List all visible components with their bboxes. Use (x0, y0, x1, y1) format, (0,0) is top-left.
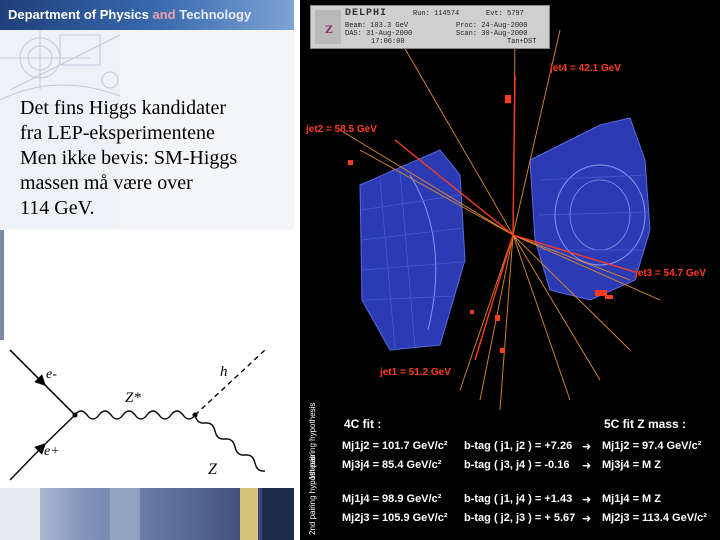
row3-fit5c: Mj1j4 = M Z (602, 493, 661, 505)
label-z-star: Z* (125, 390, 141, 406)
pairing-hypothesis-2: 2nd pairing hypothesis (308, 454, 317, 535)
row3-mass: Mj1j4 = 98.9 GeV/c² (342, 493, 442, 505)
slide-text-line: massen må være over (20, 172, 193, 194)
row2-btag: b-tag ( j3, j4 ) = -0.16 (464, 459, 570, 471)
beam-energy: 103.3 GeV (370, 22, 409, 30)
run-number: 114574 (434, 10, 460, 18)
arrow-icon: ➜ (582, 512, 592, 525)
row1-fit5c: Mj1j2 = 97.4 GeV/c² (602, 440, 702, 452)
fit-5c-title: 5C fit Z mass : (604, 417, 687, 431)
arrow-icon: ➜ (582, 493, 592, 506)
row4-btag: b-tag ( j2, j3 ) = + 5.67 (464, 512, 576, 524)
das-time: 17:06:00 (371, 38, 405, 46)
row3-btag: b-tag ( j1, j4 ) = +1.43 (464, 493, 573, 505)
slide-text-line: fra LEP-eksperimentene (20, 122, 215, 144)
delphi-event-display: Z DELPHI Run: 114574 Evt: 5797 Beam: 103… (300, 0, 720, 540)
jet1-label: jet1 = 51.2 GeV (380, 367, 451, 378)
tan-dst: Tan+DST (507, 38, 537, 46)
slide-text-line: 114 GeV. (20, 197, 95, 219)
label-e-minus: e- (46, 367, 57, 382)
fit-4c-title: 4C fit : (344, 417, 382, 431)
detector-name: DELPHI (345, 8, 388, 19)
arrow-icon: ➜ (582, 440, 592, 453)
feynman-diagram: e- e+ Z* h Z (0, 340, 294, 490)
label-h: h (220, 364, 228, 380)
das-date: 31-Aug-2000 (366, 30, 413, 38)
row1-btag: b-tag ( j1, j2 ) = +7.26 (464, 440, 573, 452)
slide-text: Det fins Higgs kandidater fra LEP-eksper… (20, 96, 290, 221)
row2-mass: Mj3j4 = 85.4 GeV/c² (342, 459, 442, 471)
scan-date: 30-Aug-2000 (481, 30, 528, 38)
positron-line (9, 414, 76, 481)
delphi-logo: Z (315, 10, 341, 44)
event-number: 5797 (507, 10, 524, 18)
slide-text-line: Det fins Higgs kandidater (20, 97, 227, 119)
row4-fit5c: Mj2j3 = 113.4 GeV/c² (602, 512, 707, 524)
z-boson-line (194, 414, 266, 472)
higgs-line (194, 349, 266, 416)
header-bar: Department of Physics and Technology (0, 0, 294, 30)
header-title: Department of Physics and Technology (8, 7, 252, 22)
label-e-plus: e+ (44, 444, 60, 459)
row4-mass: Mj2j3 = 105.9 GeV/c² (342, 512, 448, 524)
label-z: Z (208, 461, 218, 478)
bottom-decorative-strip (0, 488, 294, 540)
jet4-label: jet4 = 42.1 GeV (550, 63, 621, 74)
detector-endcap-left (359, 149, 466, 351)
jet3-label: jet3 = 54.7 GeV (635, 268, 706, 279)
arrow-icon: ➜ (582, 459, 592, 472)
jet2-label: jet2 = 58.5 GeV (306, 124, 377, 135)
row1-mass: Mj1j2 = 101.7 GeV/c² (342, 440, 448, 452)
proc-date: 24-Aug-2000 (481, 22, 528, 30)
slide-text-line: Men ikke bevis: SM-Higgs (20, 147, 238, 169)
detector-endcap-right (529, 117, 651, 301)
left-edge-strip (0, 230, 4, 340)
row2-fit5c: Mj3j4 = M Z (602, 459, 661, 471)
z-star-propagator (74, 410, 196, 420)
event-info-box: Z DELPHI Run: 114574 Evt: 5797 Beam: 103… (310, 5, 550, 49)
